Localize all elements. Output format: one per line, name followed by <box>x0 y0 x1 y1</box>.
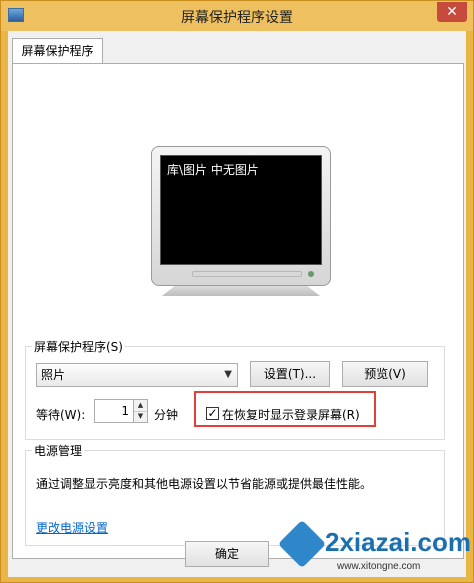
title-bar[interactable]: 屏幕保护程序设置 ✕ <box>1 1 473 31</box>
screensaver-select[interactable]: 照片 ▼ <box>36 363 238 387</box>
watermark-text: 2xiazai.com <box>325 527 471 557</box>
wait-minutes-input[interactable]: 1 <box>94 399 134 423</box>
settings-button[interactable]: 设置(T)... <box>250 361 330 387</box>
chevron-down-icon: ▼ <box>224 369 232 380</box>
tab-screensaver[interactable]: 屏幕保护程序 <box>12 38 103 64</box>
minutes-label: 分钟 <box>154 408 179 422</box>
watermark-logo-icon <box>277 519 327 569</box>
monitor-bezel <box>192 271 302 277</box>
power-led-icon <box>308 271 314 277</box>
power-description: 通过调整显示亮度和其他电源设置以节省能源或提供最佳性能。 <box>36 477 373 491</box>
dialog-client: 屏幕保护程序 库\图片 中无图片 屏幕保护程序(S) 照片 ▼ 设置(T)...… <box>8 31 466 577</box>
site-watermark: 2xiazai.com www.xitongne.com <box>277 519 471 577</box>
screensaver-group: 屏幕保护程序(S) 照片 ▼ 设置(T)... 预览(V) 等待(W): 1 ▲… <box>25 338 445 440</box>
preview-screen: 库\图片 中无图片 <box>160 155 322 265</box>
change-power-settings-link[interactable]: 更改电源设置 <box>36 519 108 536</box>
monitor-preview: 库\图片 中无图片 <box>151 146 331 286</box>
spin-down-icon[interactable]: ▼ <box>134 411 147 422</box>
close-button[interactable]: ✕ <box>437 2 467 22</box>
tab-page: 库\图片 中无图片 屏幕保护程序(S) 照片 ▼ 设置(T)... 预览(V) … <box>12 63 464 559</box>
dialog-window: 屏幕保护程序设置 ✕ 屏幕保护程序 库\图片 中无图片 屏幕保护程序(S) 照片… <box>0 0 474 583</box>
watermark-subtext: www.xitongne.com <box>337 561 421 572</box>
screensaver-select-value: 照片 <box>41 368 66 382</box>
preview-button[interactable]: 预览(V) <box>342 361 428 387</box>
preview-screen-text: 库\图片 中无图片 <box>167 163 259 177</box>
monitor-stand <box>162 286 320 296</box>
window-title: 屏幕保护程序设置 <box>181 10 293 26</box>
resume-login-label[interactable]: 在恢复时显示登录屏幕(R) <box>222 406 360 423</box>
wait-spinner: ▲ ▼ <box>134 399 148 423</box>
power-group-label: 电源管理 <box>32 442 85 459</box>
ok-button[interactable]: 确定 <box>185 541 269 567</box>
wait-label: 等待(W): <box>36 408 86 422</box>
resume-login-checkbox[interactable]: ✓ <box>206 407 219 420</box>
screensaver-group-label: 屏幕保护程序(S) <box>32 338 125 355</box>
